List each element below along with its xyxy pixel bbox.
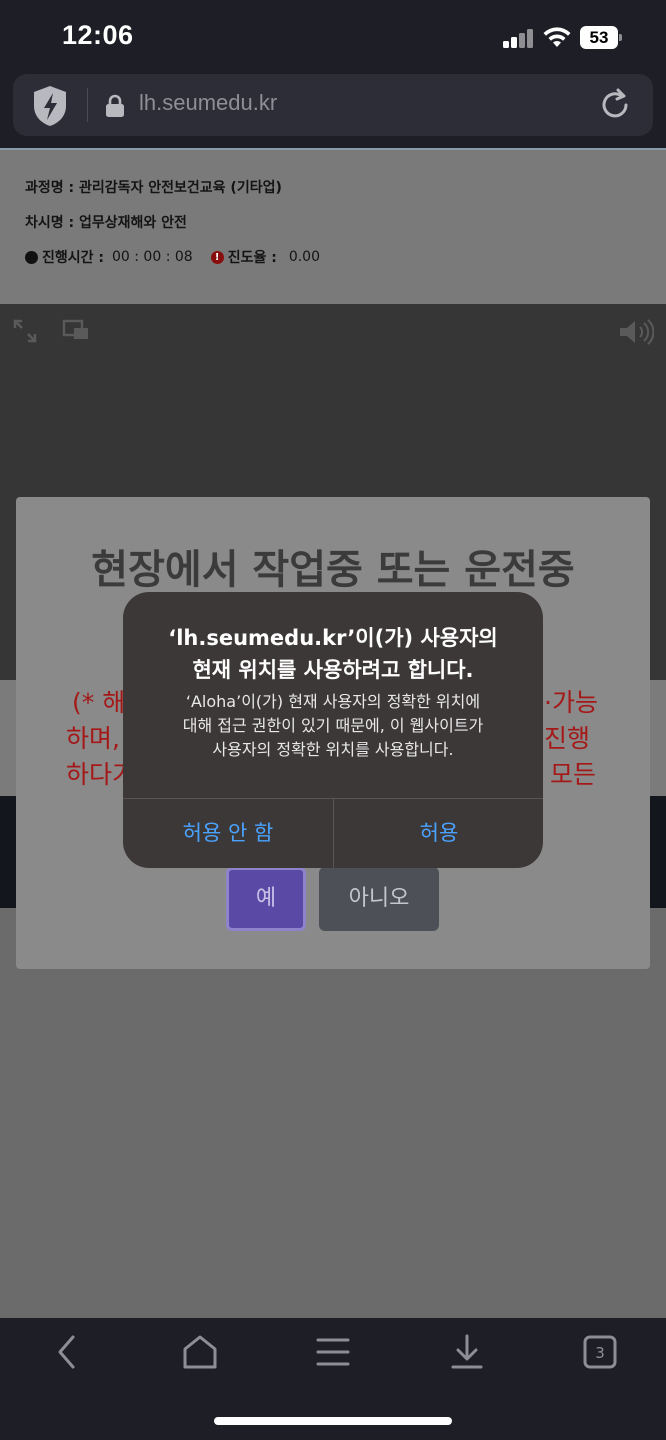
alert-message-line-1: ‘Aloha’이(가) 현재 사용자의 정확한 위치에 xyxy=(185,692,481,711)
reload-icon[interactable] xyxy=(597,87,633,123)
wifi-icon xyxy=(543,27,571,47)
lesson-name: 업무상재해와 안전 xyxy=(79,215,187,231)
lesson-label: 차시명 : xyxy=(25,215,79,231)
progress-label: 진도율 : xyxy=(227,250,277,266)
fullscreen-icon[interactable] xyxy=(12,318,38,344)
lock-icon xyxy=(106,94,124,117)
progress-line: 진행시간 : 00 : 00 : 08 ! 진도율 : 0.00 xyxy=(25,247,320,267)
warning-text-left-1: (* 해 xyxy=(72,688,126,717)
battery-icon: 53 xyxy=(580,26,622,50)
volume-icon[interactable] xyxy=(618,318,654,346)
address-bar[interactable]: lh.seumedu.kr xyxy=(13,74,653,136)
warning-text-right-1: ·가능 xyxy=(544,688,598,717)
menu-icon[interactable] xyxy=(313,1332,353,1372)
alert-message-line-2: 대해 접근 권한이 있기 때문에, 이 웹사이트가 xyxy=(182,716,484,735)
status-bar: 12:06 53 xyxy=(0,0,666,72)
driving-modal-title: 현장에서 작업중 또는 운전중 xyxy=(91,547,575,593)
warning-text-left-2: 하며, xyxy=(66,724,120,753)
course-name-line: 과정명 : 관리감독자 안전보건교육 (기타업) xyxy=(25,177,282,197)
location-permission-alert: ‘lh.seumedu.kr’이(가) 사용자의 현재 위치를 사용하려고 합니… xyxy=(123,592,543,868)
no-button[interactable]: 아니오 xyxy=(319,867,439,931)
cellular-signal-icon xyxy=(503,28,535,48)
alert-message-line-3: 사용자의 정확한 위치를 사용합니다. xyxy=(212,740,454,759)
address-separator xyxy=(87,88,88,122)
lesson-name-line: 차시명 : 업무상재해와 안전 xyxy=(25,212,187,232)
back-icon[interactable] xyxy=(48,1332,88,1372)
alert-icon: ! xyxy=(210,250,224,264)
browser-address-area: lh.seumedu.kr xyxy=(0,72,666,148)
alert-title-line-1: ‘lh.seumedu.kr’이(가) 사용자의 xyxy=(168,626,498,650)
warning-text-right-3: 모든 xyxy=(550,760,597,789)
warning-text-right-2: 진행 xyxy=(544,724,591,753)
elapsed-value: 00 : 00 : 08 xyxy=(112,249,193,265)
course-info-panel: 과정명 : 관리감독자 안전보건교육 (기타업) 차시명 : 업무상재해와 안전… xyxy=(0,148,666,304)
alert-title-line-2: 현재 위치를 사용하려고 합니다. xyxy=(192,658,474,682)
elapsed-label: 진행시간 : xyxy=(42,250,104,266)
home-indicator[interactable] xyxy=(214,1417,452,1425)
tab-count: 3 xyxy=(595,1344,605,1362)
progress-value: 0.00 xyxy=(288,249,320,265)
tabs-icon[interactable]: 3 xyxy=(580,1332,620,1372)
shield-bolt-icon[interactable] xyxy=(31,84,69,128)
course-name: 관리감독자 안전보건교육 (기타업) xyxy=(79,180,282,196)
status-time: 12:06 xyxy=(62,20,134,50)
course-label: 과정명 : xyxy=(25,180,79,196)
battery-level: 53 xyxy=(589,28,609,47)
home-icon[interactable] xyxy=(180,1332,220,1372)
alert-message: ‘Aloha’이(가) 현재 사용자의 정확한 위치에 대해 접근 권한이 있기… xyxy=(123,690,543,762)
clock-icon xyxy=(25,250,38,264)
download-icon[interactable] xyxy=(447,1332,487,1372)
allow-location-button[interactable]: 허용 xyxy=(334,799,543,868)
pip-icon[interactable] xyxy=(62,318,90,342)
url-text[interactable]: lh.seumedu.kr xyxy=(139,90,277,116)
deny-location-button[interactable]: 허용 안 함 xyxy=(123,799,333,868)
yes-button[interactable]: 예 xyxy=(226,867,306,931)
alert-title: ‘lh.seumedu.kr’이(가) 사용자의 현재 위치를 사용하려고 합니… xyxy=(123,622,543,686)
